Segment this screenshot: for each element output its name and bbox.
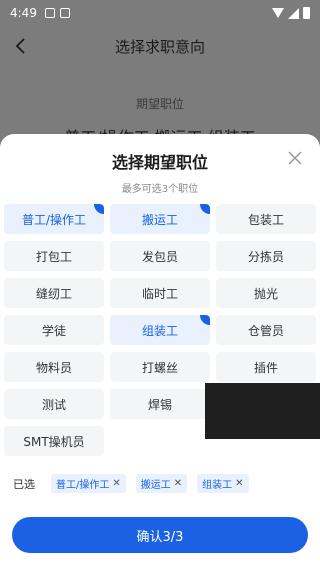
selected-tag: 组装工 ✕ bbox=[197, 474, 249, 493]
job-option-label: 组装工 bbox=[141, 323, 178, 338]
selected-corner-icon bbox=[200, 315, 210, 325]
job-option-label: 仓管员 bbox=[247, 323, 284, 338]
status-time: 4:49 bbox=[10, 6, 37, 20]
status-bar: 4:49 bbox=[0, 0, 320, 26]
back-arrow-icon[interactable] bbox=[14, 36, 28, 56]
selected-label: 已选 bbox=[13, 477, 35, 491]
job-selection-sheet: 选择期望职位 最多可选3个职位 普工/操作工 搬运工 包装工 打包工 发包员 分拣员 缝纫工… bbox=[0, 134, 320, 570]
job-option-chip[interactable]: 测试 bbox=[4, 389, 104, 419]
job-option-label: 包装工 bbox=[247, 212, 284, 227]
selected-tag-label: 普工/操作工 bbox=[56, 480, 110, 491]
selected-tag-label: 组装工 bbox=[202, 480, 233, 491]
job-option-chip[interactable]: 抛光 bbox=[216, 278, 316, 308]
confirm-button[interactable]: 确认3/3 bbox=[12, 517, 308, 553]
job-option-label: 发包员 bbox=[141, 249, 178, 264]
job-option-chip[interactable]: 物料员 bbox=[4, 352, 104, 382]
sheet-subtitle: 最多可选3个职位 bbox=[121, 184, 199, 195]
job-option-chip[interactable]: 临时工 bbox=[110, 278, 210, 308]
selected-corner-icon bbox=[200, 204, 210, 214]
selected-tag-list: 普工/操作工 ✕ 搬运工 ✕ 组装工 ✕ bbox=[51, 474, 249, 493]
job-option-chip[interactable]: SMT操机员 bbox=[4, 426, 104, 456]
job-option-label: 打包工 bbox=[35, 249, 72, 264]
battery-icon bbox=[303, 7, 310, 19]
job-option-chip[interactable]: 缝纫工 bbox=[4, 278, 104, 308]
job-option-chip[interactable]: 搬运工 bbox=[110, 204, 210, 234]
job-option-label: 测试 bbox=[41, 397, 66, 412]
job-option-chip[interactable]: 仓管员 bbox=[216, 315, 316, 345]
page-title: 选择求职意向 bbox=[114, 37, 205, 56]
job-option-chip[interactable]: 焊锡 bbox=[110, 389, 210, 419]
job-option-label: 搬运工 bbox=[141, 212, 178, 227]
job-option-chip[interactable]: 打包工 bbox=[4, 241, 104, 271]
job-option-label: 缝纫工 bbox=[35, 286, 72, 301]
job-option-chip[interactable]: 普工/操作工 bbox=[4, 204, 104, 234]
signal-icon bbox=[288, 7, 299, 19]
job-option-label: 临时工 bbox=[141, 286, 178, 301]
notification-icon bbox=[44, 8, 55, 18]
job-option-chip[interactable]: 学徒 bbox=[4, 315, 104, 345]
selected-tag: 普工/操作工 ✕ bbox=[51, 474, 126, 493]
job-option-chip[interactable]: 发包员 bbox=[110, 241, 210, 271]
sheet-title: 选择期望职位 bbox=[111, 153, 208, 172]
selected-corner-icon bbox=[94, 204, 104, 214]
job-option-chip[interactable]: 组装工 bbox=[110, 315, 210, 345]
status-icons bbox=[272, 7, 310, 19]
job-option-label: 抛光 bbox=[253, 286, 278, 301]
job-option-chip[interactable]: 分拣员 bbox=[216, 241, 316, 271]
section-label: 期望职位 bbox=[135, 97, 184, 111]
job-option-chip[interactable]: 打螺丝 bbox=[110, 352, 210, 382]
remove-tag-icon[interactable]: ✕ bbox=[235, 478, 243, 489]
selected-row: 已选 普工/操作工 ✕ 搬运工 ✕ 组装工 ✕ bbox=[13, 474, 249, 493]
job-option-label: 学徒 bbox=[41, 323, 66, 338]
job-option-label: 物料员 bbox=[35, 360, 72, 375]
app-notification-icon bbox=[59, 8, 70, 18]
job-option-label: 打螺丝 bbox=[141, 360, 178, 375]
selected-tag-label: 搬运工 bbox=[140, 480, 171, 491]
remove-tag-icon[interactable]: ✕ bbox=[112, 478, 120, 489]
close-icon[interactable] bbox=[287, 150, 303, 166]
job-option-label: SMT操机员 bbox=[23, 434, 85, 449]
job-option-label: 普工/操作工 bbox=[21, 212, 87, 227]
remove-tag-icon[interactable]: ✕ bbox=[174, 478, 182, 489]
job-option-chip[interactable]: 包装工 bbox=[216, 204, 316, 234]
job-option-chip[interactable]: 插件 bbox=[216, 352, 316, 382]
page-header: 选择求职意向 bbox=[0, 26, 320, 66]
job-option-label: 分拣员 bbox=[247, 249, 284, 264]
screen-overlay bbox=[205, 383, 320, 439]
job-option-label: 插件 bbox=[253, 360, 278, 375]
wifi-icon bbox=[272, 8, 284, 18]
selected-tag: 搬运工 ✕ bbox=[135, 474, 188, 493]
job-option-label: 焊锡 bbox=[147, 397, 172, 412]
